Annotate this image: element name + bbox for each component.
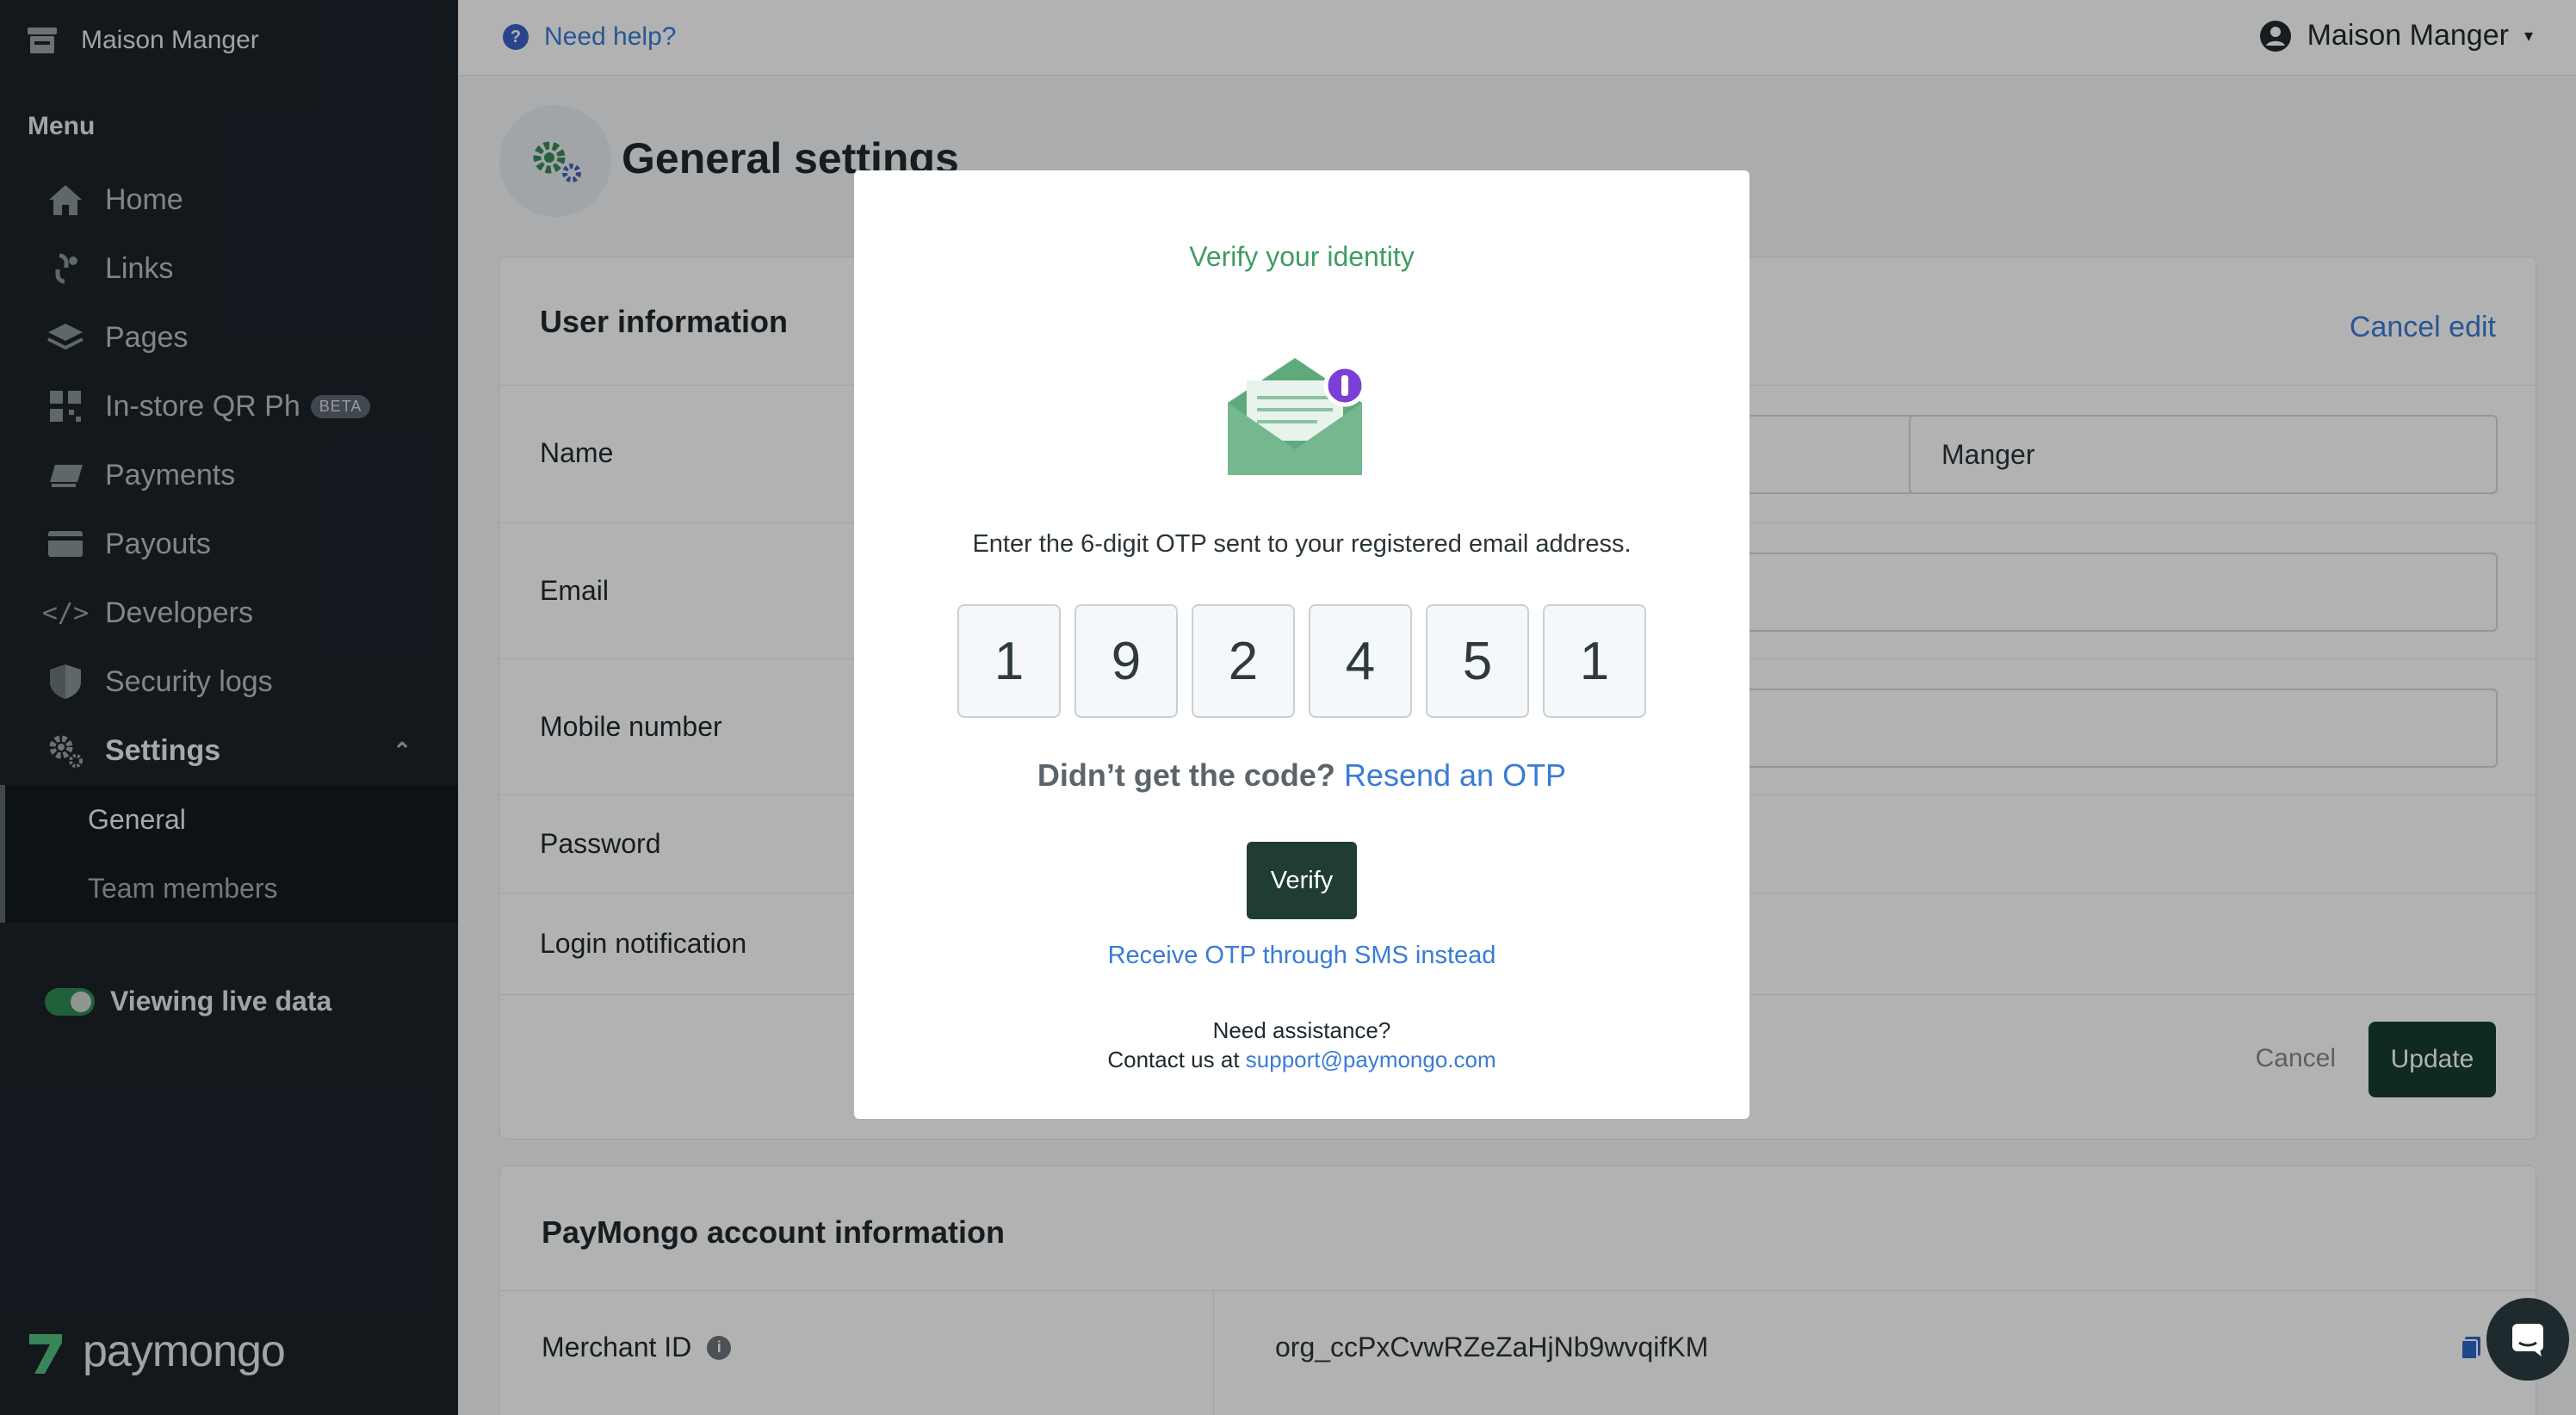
envelope-notification-icon <box>1228 358 1366 475</box>
verify-button[interactable]: Verify <box>1247 842 1357 919</box>
otp-digit-input[interactable]: 2 <box>1192 604 1295 718</box>
chat-launcher-button[interactable] <box>2486 1298 2569 1381</box>
modal-title: Verify your identity <box>1189 241 1415 272</box>
sms-otp-link[interactable]: Receive OTP through SMS instead <box>854 942 1749 970</box>
otp-input-group: 1 9 2 4 5 1 <box>957 604 1646 718</box>
verify-identity-modal: Verify your identity Enter the 6-digit O… <box>854 170 1749 1119</box>
otp-digit-input[interactable]: 1 <box>957 604 1061 718</box>
otp-instruction: Enter the 6-digit OTP sent to your regis… <box>972 530 1632 558</box>
otp-digit-input[interactable]: 5 <box>1426 604 1529 718</box>
assistance-block: Need assistance? Contact us at support@p… <box>854 1016 1749 1074</box>
chat-icon <box>2512 1324 2543 1356</box>
resend-otp-link[interactable]: Resend an OTP <box>1344 757 1566 793</box>
assistance-line: Need assistance? <box>1212 1017 1391 1043</box>
otp-digit-input[interactable]: 9 <box>1074 604 1178 718</box>
contact-line: Contact us at support@paymongo.com <box>854 1045 1749 1074</box>
resend-row: Didn’t get the code? Resend an OTP <box>854 757 1749 794</box>
resend-prompt: Didn’t get the code? <box>1037 757 1335 793</box>
support-email-link[interactable]: support@paymongo.com <box>1246 1047 1496 1072</box>
otp-digit-input[interactable]: 1 <box>1543 604 1646 718</box>
otp-digit-input[interactable]: 4 <box>1309 604 1412 718</box>
contact-prefix: Contact us at <box>1107 1047 1240 1072</box>
